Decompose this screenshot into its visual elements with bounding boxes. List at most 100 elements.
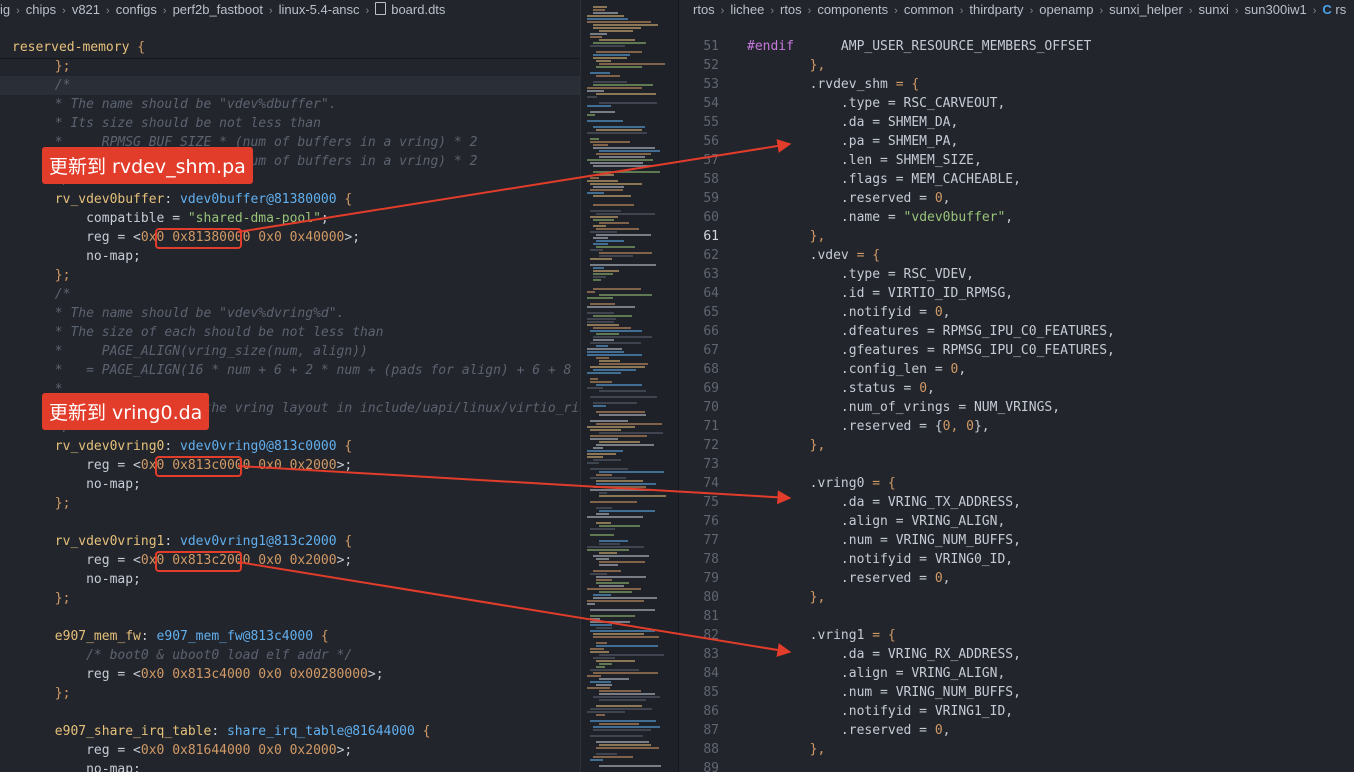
code-line[interactable]: 63 .type = RSC_VDEV, [679, 265, 1115, 284]
right-code-area[interactable]: 51 #endif 52 }, 53 .rvdev_shm = {54 .type =… [679, 37, 1115, 772]
breadcrumb-item[interactable]: sunxi_helper [1109, 2, 1183, 17]
code-line[interactable]: 87 .reserved = 0, [679, 721, 1115, 740]
code-line[interactable]: 82 .vring1 = { [679, 626, 1115, 645]
code-line[interactable]: 53 .rvdev_shm = { [679, 75, 1115, 94]
breadcrumb-item[interactable]: ig [0, 2, 10, 17]
code-line[interactable]: 78 .notifyid = VRING0_ID, [679, 550, 1115, 569]
code-line[interactable]: no-map; [0, 475, 580, 494]
breadcrumb-item[interactable]: sun300iw1 [1245, 2, 1307, 17]
code-line[interactable]: 76 .align = VRING_ALIGN, [679, 512, 1115, 531]
code-line[interactable]: 57 .len = SHMEM_SIZE, [679, 151, 1115, 170]
breadcrumb-item[interactable]: board.dts [391, 2, 445, 17]
code-line[interactable]: 60 .name = "vdev0buffer", [679, 208, 1115, 227]
code-line[interactable]: * PAGE_ALIGN(vring_size(num, align)) [0, 342, 580, 361]
code-line[interactable]: 81 [679, 607, 1115, 626]
code-line[interactable]: * The name should be "vdev%dbuffer". [0, 95, 580, 114]
code-line[interactable] [0, 703, 580, 722]
code-line[interactable]: 71 .reserved = {0, 0}, [679, 417, 1115, 436]
code-line[interactable]: no-map; [0, 570, 580, 589]
line-number: 76 [703, 514, 719, 529]
code-line[interactable]: * The name should be "vdev%dvring%d". [0, 304, 580, 323]
code-line[interactable]: 59 .reserved = 0, [679, 189, 1115, 208]
code-line[interactable]: }; [0, 494, 580, 513]
code-line[interactable]: 61 }, [679, 227, 1115, 246]
minimap-line [590, 420, 628, 422]
minimap[interactable] [580, 0, 678, 772]
code-line[interactable]: rv_vdev0vring0: vdev0vring0@813c0000 { [0, 437, 580, 456]
code-line[interactable]: 84 .align = VRING_ALIGN, [679, 664, 1115, 683]
code-line[interactable]: * = PAGE_ALIGN(16 * num + 6 + 2 * num + … [0, 361, 580, 380]
code-line[interactable]: 56 .pa = SHMEM_PA, [679, 132, 1115, 151]
code-line[interactable]: 51 #endif [679, 37, 1115, 56]
code-line[interactable]: 79 .reserved = 0, [679, 569, 1115, 588]
code-line[interactable]: compatible = "shared-dma-pool"; [0, 209, 580, 228]
code-line[interactable]: 83 .da = VRING_RX_ADDRESS, [679, 645, 1115, 664]
breadcrumb-item[interactable]: rtos [780, 2, 802, 17]
code-line[interactable]: 66 .dfeatures = RPMSG_IPU_C0_FEATURES, [679, 322, 1115, 341]
code-line[interactable]: 54 .type = RSC_CARVEOUT, [679, 94, 1115, 113]
code-line[interactable]: 88 }, [679, 740, 1115, 759]
code-line[interactable]: 58 .flags = MEM_CACHEABLE, [679, 170, 1115, 189]
minimap-line [590, 162, 643, 164]
code-line[interactable]: no-map; [0, 247, 580, 266]
breadcrumb-item[interactable]: lichee [730, 2, 764, 17]
code-line[interactable]: 69 .status = 0, [679, 379, 1115, 398]
breadcrumb-item[interactable]: perf2b_fastboot [173, 2, 263, 17]
code-line[interactable]: 70 .num_of_vrings = NUM_VRINGS, [679, 398, 1115, 417]
code-line[interactable]: * The size of each should be not less th… [0, 323, 580, 342]
code-line[interactable]: 64 .id = VIRTIO_ID_RPMSG, [679, 284, 1115, 303]
code-line[interactable]: }; [0, 57, 580, 76]
code-line[interactable]: 68 .config_len = 0, [679, 360, 1115, 379]
breadcrumb-item[interactable]: components [817, 2, 888, 17]
code-line[interactable]: reg = <0x0 0x813c0000 0x0 0x2000>; [0, 456, 580, 475]
minimap-line [587, 387, 603, 389]
code-line[interactable]: 72 }, [679, 436, 1115, 455]
code-line[interactable]: reg = <0x0 0x81380000 0x0 0x40000>; [0, 228, 580, 247]
code-line[interactable]: 52 }, [679, 56, 1115, 75]
code-line[interactable]: 75 .da = VRING_TX_ADDRESS, [679, 493, 1115, 512]
breadcrumb-item[interactable]: v821 [72, 2, 100, 17]
code-line[interactable]: 85 .num = VRING_NUM_BUFFS, [679, 683, 1115, 702]
code-line[interactable]: 80 }, [679, 588, 1115, 607]
code-line[interactable]: 73 [679, 455, 1115, 474]
code-line[interactable]: /* boot0 & uboot0 load elf addr */ [0, 646, 580, 665]
code-line[interactable]: 62 .vdev = { [679, 246, 1115, 265]
breadcrumb-item[interactable]: common [904, 2, 954, 17]
code-line[interactable]: /* [0, 285, 580, 304]
code-line[interactable]: rv_vdev0buffer: vdev0buffer@81380000 { [0, 190, 580, 209]
breadcrumb-item[interactable]: thirdparty [969, 2, 1023, 17]
code-line[interactable]: /* [0, 76, 580, 95]
code-line[interactable]: }; [0, 684, 580, 703]
code-line[interactable]: 65 .notifyid = 0, [679, 303, 1115, 322]
sticky-scroll-header[interactable]: reserved-memory { [0, 38, 580, 59]
code-line[interactable]: 89 [679, 759, 1115, 772]
code-line[interactable] [0, 608, 580, 627]
code-token: .notifyid = [747, 305, 935, 320]
code-line[interactable]: 00 AMP_USER_RESOURCE_MEMBERS_OFFSET [679, 18, 1091, 54]
code-line[interactable]: 77 .num = VRING_NUM_BUFFS, [679, 531, 1115, 550]
code-line[interactable]: e907_share_irq_table: share_irq_table@81… [0, 722, 580, 741]
code-line[interactable]: 67 .gfeatures = RPMSG_IPU_C0_FEATURES, [679, 341, 1115, 360]
code-line[interactable]: }; [0, 266, 580, 285]
code-line[interactable]: reg = <0x0 0x813c4000 0x0 0x00280000>; [0, 665, 580, 684]
code-line[interactable] [0, 513, 580, 532]
code-line[interactable]: 86 .notifyid = VRING1_ID, [679, 702, 1115, 721]
code-line[interactable]: e907_mem_fw: e907_mem_fw@813c4000 { [0, 627, 580, 646]
breadcrumb-item[interactable]: openamp [1039, 2, 1093, 17]
code-line[interactable]: reg = <0x0 0x81644000 0x0 0x2000>; [0, 741, 580, 760]
code-line[interactable]: no-map; [0, 760, 580, 772]
code-line[interactable]: 74 .vring0 = { [679, 474, 1115, 493]
code-line[interactable]: reg = <0x0 0x813c2000 0x0 0x2000>; [0, 551, 580, 570]
breadcrumb-item[interactable]: chips [26, 2, 56, 17]
code-line[interactable]: 55 .da = SHMEM_DA, [679, 113, 1115, 132]
breadcrumb-item[interactable]: rtos [693, 2, 715, 17]
breadcrumb-item[interactable]: linux-5.4-ansc [279, 2, 360, 17]
code-line[interactable]: rv_vdev0vring1: vdev0vring1@813c2000 { [0, 532, 580, 551]
breadcrumb-item[interactable]: sunxi [1199, 2, 1229, 17]
code-line[interactable]: }; [0, 589, 580, 608]
code-line[interactable]: * Its size should be not less than [0, 114, 580, 133]
breadcrumb-item[interactable]: rs [1335, 2, 1346, 17]
breadcrumb-item[interactable]: configs [116, 2, 157, 17]
minimap-line [596, 582, 629, 584]
code-token: e907_share_irq_table [23, 724, 212, 739]
